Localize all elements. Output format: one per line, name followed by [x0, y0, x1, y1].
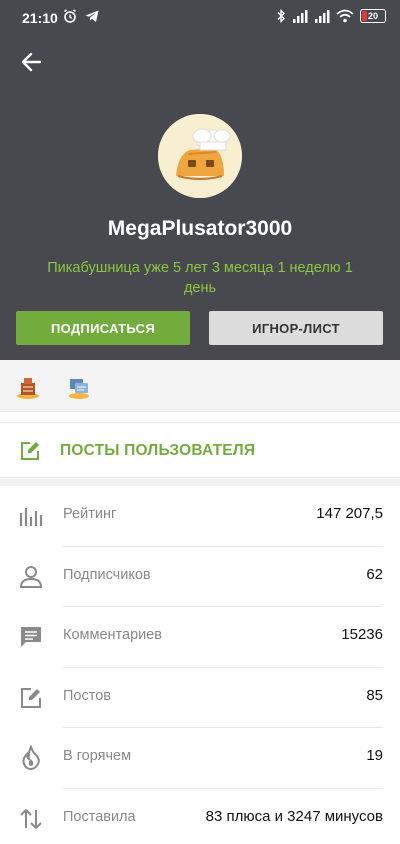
- status-bar: 21:10 20: [0, 0, 400, 34]
- subscribe-button[interactable]: ПОДПИСАТЬСЯ: [16, 311, 190, 345]
- user-posts-link[interactable]: ПОСТЫ ПОЛЬЗОВАТЕЛЯ: [0, 422, 400, 478]
- stat-row-posts: Постов 85: [0, 668, 400, 729]
- ignore-list-button[interactable]: ИГНОР-ЛИСТ: [209, 311, 383, 345]
- stat-label: Рейтинг: [63, 506, 117, 522]
- stat-value: 62: [366, 565, 383, 583]
- comment-icon: [21, 627, 41, 648]
- back-button[interactable]: [18, 48, 46, 76]
- telegram-icon: [85, 10, 99, 22]
- arrow-left-icon: [21, 52, 42, 72]
- stat-row-hot: В горячем 19: [0, 728, 400, 789]
- username: MegaPlusator3000: [107, 217, 293, 240]
- stat-row-votes: Поставила 83 плюса и 3247 минусов: [0, 789, 400, 844]
- avatar[interactable]: [158, 114, 242, 198]
- stat-value: 85: [366, 686, 383, 704]
- stat-label: Подписчиков: [63, 566, 151, 583]
- alarm-icon: [64, 9, 76, 23]
- stat-row-rating: Рейтинг 147 207,5: [0, 486, 400, 547]
- bar-chart-icon: [19, 508, 43, 526]
- battery-icon: 20: [360, 9, 386, 23]
- profile-header: MegaPlusator3000 Пикабушница уже 5 лет 3…: [0, 34, 400, 360]
- section-divider: [0, 478, 400, 486]
- tenure-text: Пикабушница уже 5 лет 3 месяца 1 неделю …: [47, 260, 353, 296]
- stat-label: Постов: [63, 687, 111, 704]
- stats-list: Рейтинг 147 207,5 Подписчиков 62 Коммент…: [0, 486, 400, 844]
- edit-icon: [21, 442, 39, 460]
- bluetooth-icon: [277, 8, 285, 24]
- wifi-icon: [336, 9, 354, 23]
- user-posts-label: ПОСТЫ ПОЛЬЗОВАТЕЛЯ: [60, 442, 256, 459]
- stat-value: 15236: [341, 626, 383, 644]
- status-time: 21:10: [22, 10, 58, 26]
- signal-icon: [293, 10, 308, 23]
- up-down-arrows-icon: [20, 808, 42, 830]
- awards-row: [0, 360, 400, 412]
- stat-row-subscribers: Подписчиков 62: [0, 547, 400, 608]
- edit-icon: [21, 687, 41, 708]
- stat-value: 19: [366, 747, 383, 765]
- chef-house-avatar-icon: [158, 114, 242, 198]
- signal-icon: [315, 10, 330, 23]
- award-badge-icon[interactable]: [66, 374, 92, 400]
- fire-icon: [22, 745, 40, 771]
- person-icon: [19, 565, 43, 588]
- award-badge-icon[interactable]: [15, 374, 41, 400]
- stat-label: Комментариев: [63, 627, 162, 644]
- battery-level: 20: [367, 11, 378, 21]
- stat-label: Поставила: [63, 808, 136, 825]
- stat-row-comments: Комментариев 15236: [0, 607, 400, 668]
- stat-value: 147 207,5: [316, 505, 383, 522]
- stat-label: В горячем: [63, 748, 132, 765]
- stat-value: 83 плюса и 3247 минусов: [205, 807, 383, 825]
